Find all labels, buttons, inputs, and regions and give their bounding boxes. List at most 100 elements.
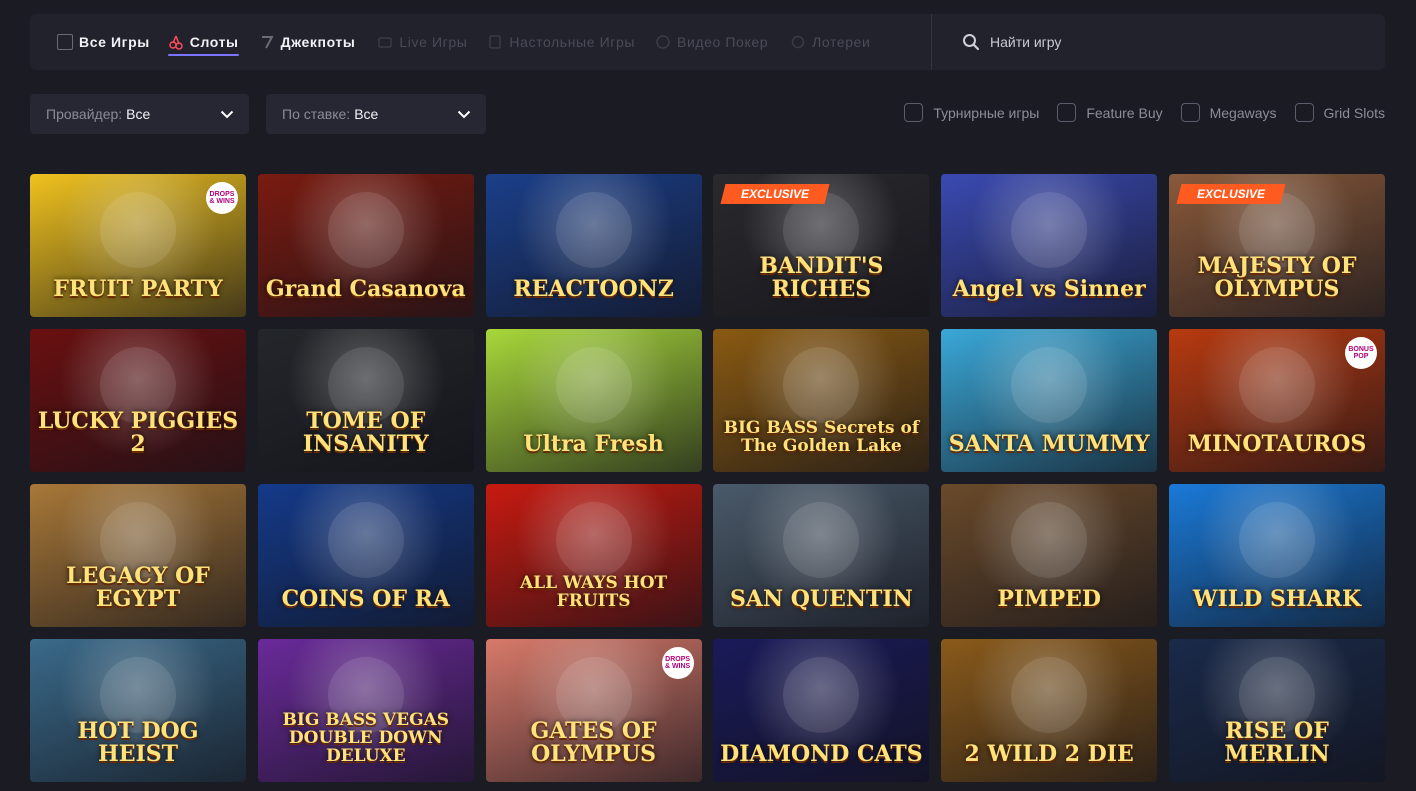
tab-live-games[interactable]: Live Игры [377,14,467,70]
game-card[interactable]: EXCLUSIVE MAJESTY OF OLYMPUS [1168,174,1385,317]
tab-all-games[interactable]: Все Игры [57,14,150,70]
game-title: LEGACY OF EGYPT [66,562,210,612]
game-card[interactable]: PIMPED [941,484,1158,627]
game-title: SAN QUENTIN [730,585,913,612]
provider-select[interactable]: Провайдер: Все [30,94,249,134]
game-title: HOT DOG HEIST [77,717,199,767]
provider-value: Все [126,106,151,122]
game-title: LUCKY PIGGIES 2 [37,407,239,457]
game-art [1011,502,1088,578]
game-card[interactable]: COINS OF RA [257,484,474,627]
game-title: Ultra Fresh [523,430,664,457]
chevron-down-icon [219,106,235,122]
bet-select[interactable]: По ставке: Все [266,94,486,134]
game-card[interactable]: SAN QUENTIN [713,484,930,627]
checkbox[interactable] [904,103,924,122]
tab-table-games[interactable]: Настольные Игры [487,14,635,70]
tab-label: Слоты [189,34,239,50]
all-games-icon [57,34,73,50]
tab-jackpots[interactable]: Джекпоты [259,14,356,70]
game-card[interactable]: BIG BASS Secrets of The Golden Lake [713,329,930,472]
game-title: BIG BASS Secrets of The Golden Lake [723,418,920,457]
search-field[interactable]: Найти игру [962,14,1061,70]
game-card[interactable]: Grand Casanova [257,174,474,317]
game-card[interactable]: BIG BASS VEGAS DOUBLE DOWN DELUXE [257,639,474,782]
game-art [783,657,860,733]
cherry-icon [168,34,184,50]
exclusive-badge: EXCLUSIVE [720,184,830,204]
game-grid: DROPS & WINS FRUIT PARTY Grand Casanova REA… [30,174,1385,782]
game-category-nav: Все Игры Слоты Джекпоты Live Игры Настол… [30,14,1385,70]
game-art [555,192,632,268]
game-title: FRUIT PARTY [53,275,223,302]
game-art [327,502,404,578]
game-art [1238,347,1315,423]
game-card[interactable]: WILD SHARK [1168,484,1385,627]
game-card[interactable]: Ultra Fresh [485,329,702,472]
category-tabs: Все Игры Слоты Джекпоты Live Игры Настол… [30,14,870,70]
tab-video-poker[interactable]: Видео Покер [655,14,768,70]
game-title: BANDIT'S RICHES [759,252,884,302]
seven-icon [259,34,275,50]
tab-label: Джекпоты [280,34,356,50]
game-art [783,347,860,423]
search-input[interactable]: Найти игру [990,34,1061,50]
poker-chip-icon [655,34,671,50]
checkbox[interactable] [1180,103,1200,122]
tab-label: Лотереи [812,34,871,50]
game-card[interactable]: LEGACY OF EGYPT [30,484,246,627]
game-title: BIG BASS VEGAS DOUBLE DOWN DELUXE [282,710,450,767]
game-title: MAJESTY OF OLYMPUS [1197,252,1357,302]
game-card[interactable]: DIAMOND CATS [713,639,930,782]
game-card[interactable]: DROPS & WINS GATES OF OLYMPUS [485,639,702,782]
game-card[interactable]: ALL WAYS HOT FRUITS [485,484,702,627]
game-title: Angel vs Sinner [952,275,1146,302]
game-title: REACTOONZ [513,275,674,302]
game-card[interactable]: LUCKY PIGGIES 2 [30,329,246,472]
game-card[interactable]: Angel vs Sinner [941,174,1158,317]
tab-lotteries[interactable]: Лотереи [790,14,870,70]
game-title: Grand Casanova [265,275,466,302]
checkbox-tournament-games[interactable]: Турнирные игры [904,103,1039,122]
checkbox[interactable] [1294,103,1314,122]
game-card[interactable]: REACTOONZ [485,174,702,317]
promo-badge: DROPS & WINS [661,647,694,679]
bet-value: Все [354,106,379,122]
checkbox[interactable] [1057,103,1077,122]
game-title: RISE OF MERLIN [1224,717,1330,767]
game-card[interactable]: SANTA MUMMY [941,329,1158,472]
game-title: MINOTAUROS [1187,430,1367,457]
tab-label: Настольные Игры [509,34,635,50]
game-title: DIAMOND CATS [720,740,923,767]
promo-badge: DROPS & WINS [206,182,238,214]
checkbox-grid-slots[interactable]: Grid Slots [1294,103,1385,122]
game-art [1011,192,1088,268]
bet-label: По ставке: [282,106,351,122]
game-art [1011,347,1088,423]
tab-label: Live Игры [399,34,468,50]
exclusive-badge: EXCLUSIVE [1176,184,1286,204]
checkbox-feature-buy[interactable]: Feature Buy [1057,103,1163,122]
game-title: WILD SHARK [1192,585,1362,612]
checkbox-megaways[interactable]: Megaways [1180,103,1277,122]
nav-divider [931,14,932,70]
game-card[interactable]: 2 WILD 2 DIE [941,639,1158,782]
game-art [555,347,632,423]
game-card[interactable]: TOME OF INSANITY [257,329,474,472]
checkbox-label: Megaways [1209,104,1277,121]
game-card[interactable]: RISE OF MERLIN [1168,639,1385,782]
tab-slots[interactable]: Слоты [167,14,239,70]
badge-label: EXCLUSIVE [1196,187,1265,201]
checkbox-label: Grid Slots [1323,104,1385,121]
game-art [1011,657,1088,733]
game-art [783,502,860,578]
game-title: 2 WILD 2 DIE [964,740,1134,767]
game-card[interactable]: HOT DOG HEIST [30,639,246,782]
game-title: COINS OF RA [281,585,450,612]
checkbox-label: Турнирные игры [933,104,1040,121]
game-card[interactable]: EXCLUSIVE BANDIT'S RICHES [713,174,930,317]
game-card[interactable]: BONUS POP MINOTAUROS [1168,329,1385,472]
game-card[interactable]: DROPS & WINS FRUIT PARTY [30,174,246,317]
game-title: PIMPED [997,585,1101,612]
game-art [555,502,632,578]
